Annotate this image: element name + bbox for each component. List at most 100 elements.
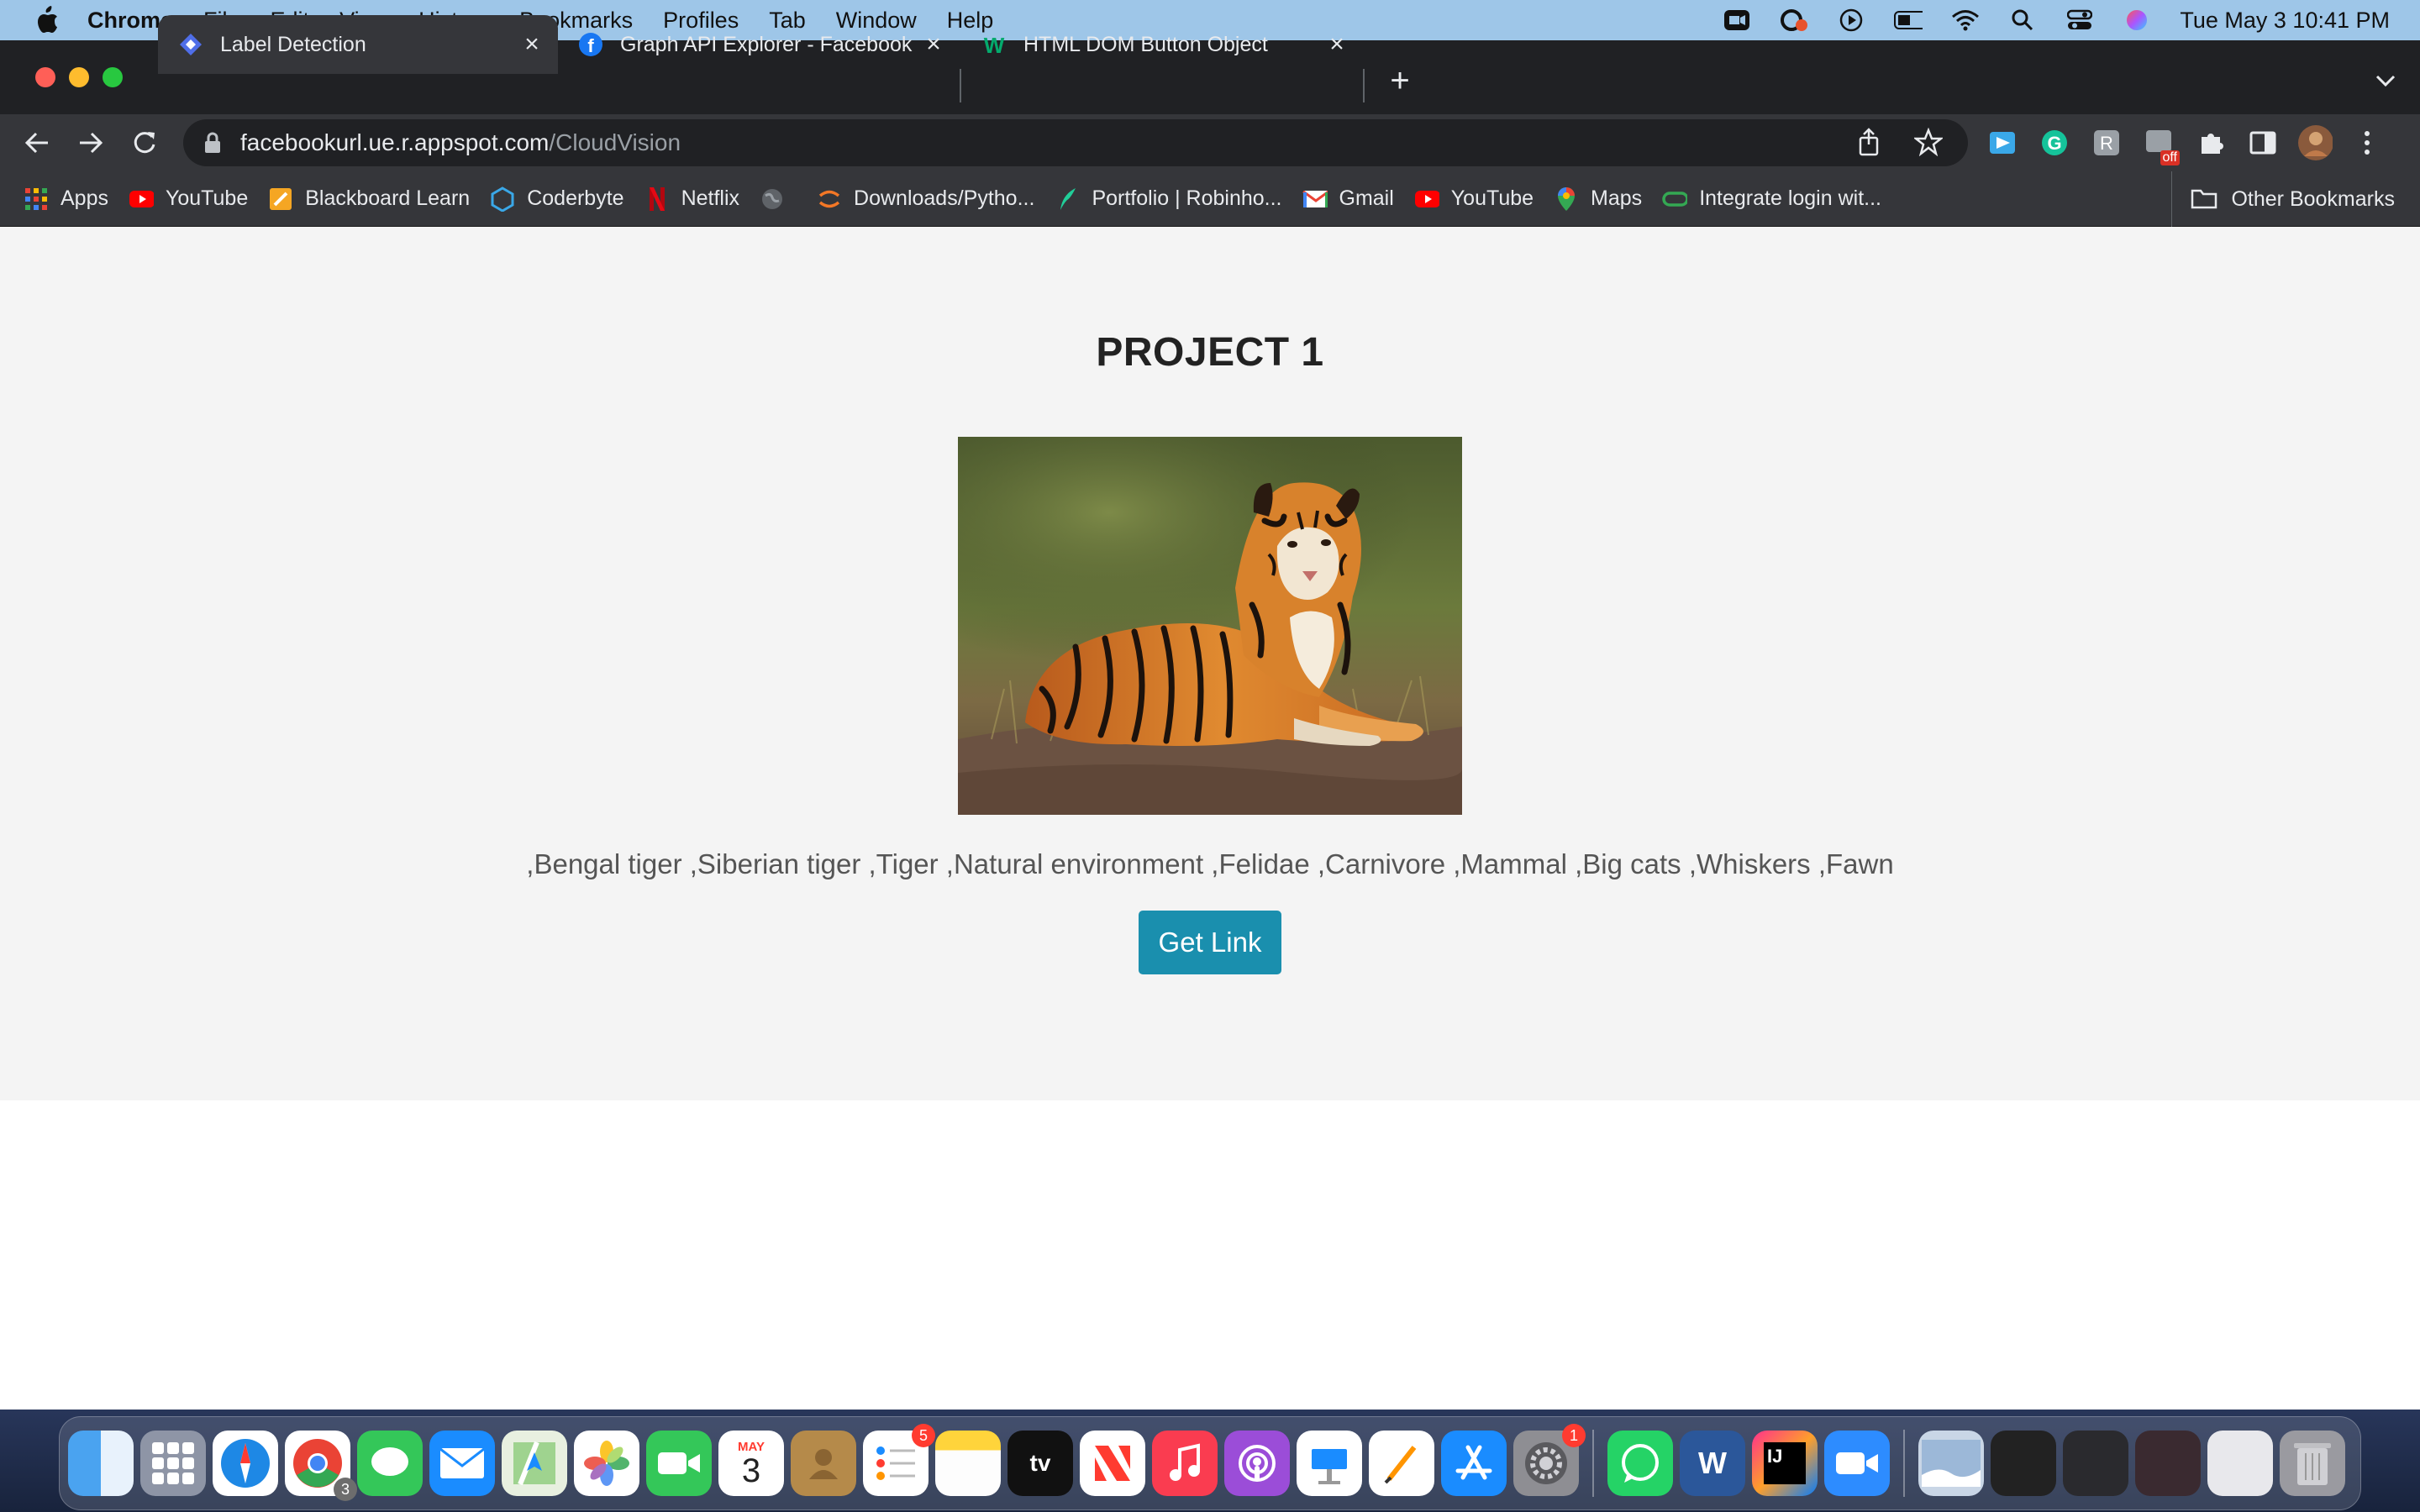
podcasts-icon[interactable] — [1224, 1431, 1290, 1496]
microsoft-word-icon[interactable]: W — [1680, 1431, 1745, 1496]
bookmarks-bar: Apps YouTube Blackboard Learn Coderbyte … — [0, 171, 2420, 227]
bookmark-netflix[interactable]: Netflix — [644, 186, 739, 212]
mail-icon[interactable] — [429, 1431, 495, 1496]
side-panel-icon[interactable] — [2245, 125, 2281, 160]
bookmark-star-icon[interactable] — [1912, 127, 1944, 162]
chrome-dock-icon[interactable]: 3 — [285, 1431, 357, 1501]
recent-window-thumbnail[interactable] — [1991, 1431, 2056, 1496]
close-tab-icon[interactable]: × — [518, 30, 546, 59]
news-icon[interactable] — [1080, 1431, 1145, 1496]
other-bookmarks-folder[interactable]: Other Bookmarks — [2171, 171, 2395, 227]
bookmark-downloads-python[interactable]: Downloads/Pytho... — [817, 186, 1034, 212]
intellij-idea-icon[interactable]: IJ — [1752, 1431, 1818, 1496]
tab-divider — [1363, 69, 1365, 102]
bookmark-integrate-login[interactable]: Integrate login wit... — [1662, 186, 1881, 212]
off-extension-icon[interactable]: off — [2141, 125, 2180, 165]
svg-text:G: G — [2047, 133, 2061, 154]
chrome-window-count: 3 — [334, 1478, 357, 1501]
apps-grid-icon — [24, 186, 49, 212]
facetime-icon[interactable] — [646, 1431, 712, 1496]
recent-music-thumbnail[interactable] — [2135, 1431, 2201, 1496]
contacts-icon[interactable] — [791, 1431, 856, 1496]
grammarly-extension-icon[interactable]: G — [2037, 125, 2072, 160]
battery-icon[interactable] — [1894, 8, 1923, 33]
bookmark-apps[interactable]: Apps — [24, 186, 108, 212]
launchpad-icon[interactable] — [140, 1431, 206, 1496]
link-icon — [1662, 186, 1688, 212]
bookmark-coderbyte[interactable]: Coderbyte — [490, 186, 624, 212]
folder-icon — [2191, 187, 2217, 211]
reminders-icon[interactable]: 5 — [863, 1424, 935, 1496]
recent-chrome-thumbnail[interactable] — [2207, 1431, 2273, 1496]
bookmark-blackboard[interactable]: Blackboard Learn — [268, 186, 470, 212]
spotlight-search-icon[interactable] — [2008, 8, 2037, 33]
share-icon[interactable] — [1857, 128, 1881, 162]
screencastify-extension-icon[interactable] — [1985, 125, 2020, 160]
menubar-datetime[interactable]: Tue May 3 10:41 PM — [2180, 8, 2390, 34]
wifi-icon[interactable] — [1951, 8, 1980, 33]
zoom-dock-icon[interactable] — [1824, 1431, 1890, 1496]
youtube-icon — [129, 186, 154, 212]
tab-html-dom-button[interactable]: W HTML DOM Button Object × — [961, 15, 1363, 74]
bookmark-label: Apps — [60, 186, 108, 210]
get-link-button[interactable]: Get Link — [1139, 911, 1281, 974]
new-tab-button[interactable]: + — [1383, 62, 1417, 99]
rakuten-extension-icon[interactable]: R — [2089, 125, 2124, 160]
svg-text:R: R — [2100, 133, 2113, 154]
address-bar[interactable]: facebookurl.ue.r.appspot.com/CloudVision — [183, 119, 1968, 166]
reload-button[interactable] — [128, 126, 161, 160]
messages-icon[interactable] — [357, 1431, 423, 1496]
minimize-window-button[interactable] — [69, 67, 89, 87]
notes-icon[interactable] — [935, 1431, 1001, 1496]
bookmark-robinhood[interactable]: Portfolio | Robinho... — [1055, 186, 1282, 212]
app-store-icon[interactable] — [1441, 1431, 1507, 1496]
bookmark-maps[interactable]: Maps — [1554, 186, 1642, 212]
keynote-icon[interactable] — [1297, 1431, 1362, 1496]
page-title: PROJECT 1 — [1096, 330, 1324, 375]
bookmark-youtube-2[interactable]: YouTube — [1414, 186, 1534, 212]
creative-cloud-icon[interactable] — [1780, 8, 1808, 33]
maps-dock-icon[interactable] — [502, 1431, 567, 1496]
recent-window-thumbnail[interactable] — [2063, 1431, 2128, 1496]
recent-preview-thumbnail[interactable] — [1918, 1431, 1984, 1496]
tab-label-detection[interactable]: Label Detection × — [158, 15, 558, 74]
tab-divider — [960, 69, 961, 102]
apple-tv-icon[interactable]: tv — [1007, 1431, 1073, 1496]
back-button[interactable] — [20, 126, 54, 160]
bookmark-label: YouTube — [165, 186, 249, 210]
lock-icon[interactable] — [202, 130, 224, 155]
netflix-icon — [644, 186, 670, 212]
play-icon[interactable] — [1837, 8, 1865, 33]
close-tab-icon[interactable]: × — [1323, 30, 1351, 59]
pages-icon[interactable] — [1369, 1431, 1434, 1496]
gmail-icon — [1302, 186, 1328, 212]
close-window-button[interactable] — [35, 67, 55, 87]
profile-avatar[interactable] — [2297, 125, 2333, 160]
music-icon[interactable] — [1152, 1431, 1218, 1496]
url-path: /CloudVision — [549, 129, 681, 155]
bookmark-youtube[interactable]: YouTube — [129, 186, 248, 212]
trash-icon[interactable] — [2280, 1431, 2345, 1496]
tab-search-chevron-icon[interactable] — [2375, 67, 2396, 93]
whatsapp-icon[interactable] — [1607, 1431, 1673, 1496]
calendar-icon[interactable]: MAY 3 — [718, 1431, 784, 1496]
svg-text:W: W — [984, 33, 1005, 57]
bookmark-globe[interactable] — [760, 186, 797, 212]
control-center-icon[interactable] — [2065, 8, 2094, 33]
tab-graph-api-explorer[interactable]: f Graph API Explorer - Facebook × — [558, 15, 960, 74]
project-panel: PROJECT 1 ,Bengal tiger ,Siberian tiger … — [0, 227, 2420, 1100]
maximize-window-button[interactable] — [103, 67, 123, 87]
close-tab-icon[interactable]: × — [919, 30, 948, 59]
bookmark-label: Portfolio | Robinho... — [1092, 186, 1282, 210]
safari-icon[interactable] — [213, 1431, 278, 1496]
photos-icon[interactable] — [574, 1431, 639, 1496]
siri-icon[interactable] — [2123, 8, 2151, 33]
extensions-puzzle-icon[interactable] — [2193, 125, 2228, 160]
zoom-status-icon[interactable] — [1723, 8, 1751, 33]
chrome-menu-icon[interactable] — [2349, 125, 2385, 160]
finder-icon[interactable] — [68, 1431, 134, 1496]
system-preferences-icon[interactable]: 1 — [1513, 1424, 1586, 1496]
forward-button[interactable] — [74, 126, 108, 160]
apple-menu-icon[interactable] — [25, 0, 69, 40]
bookmark-gmail[interactable]: Gmail — [1302, 186, 1394, 212]
